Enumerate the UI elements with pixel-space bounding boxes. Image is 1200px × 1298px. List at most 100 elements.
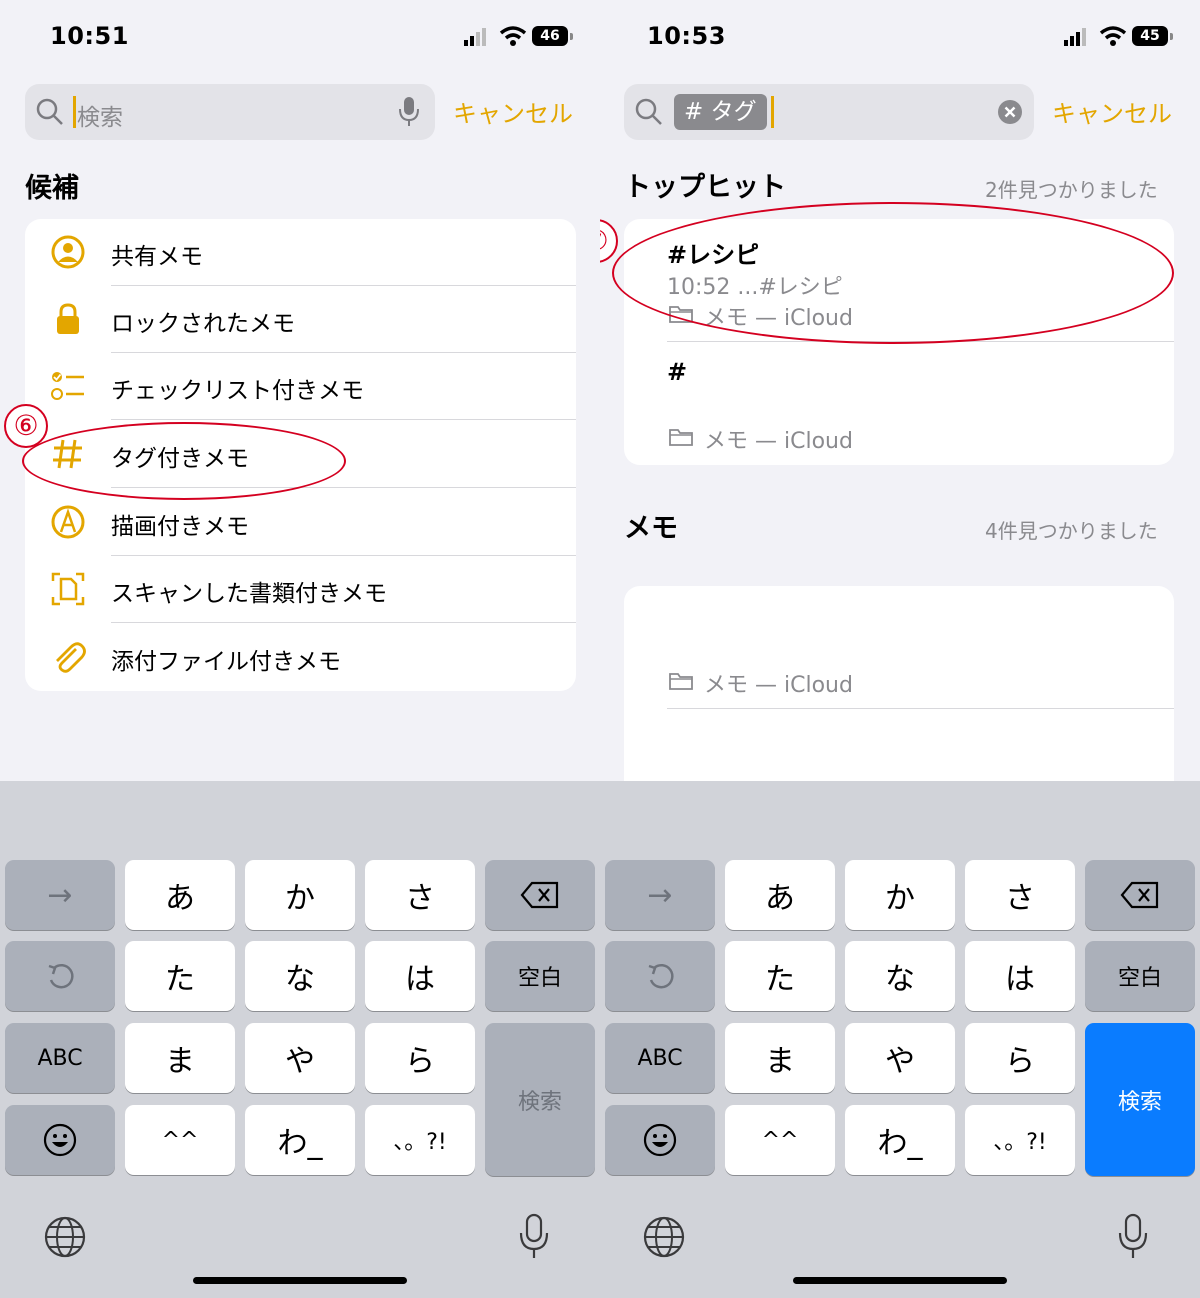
suggestion-label: 描画付きメモ: [111, 514, 249, 540]
cellular-signal-icon: [1064, 28, 1086, 46]
key-space[interactable]: 空白: [485, 941, 595, 1011]
suggestion-label: スキャンした書類付きメモ: [111, 581, 387, 607]
suggestion-drawing[interactable]: 描画付きメモ: [25, 489, 576, 556]
suggestion-label: ロックされたメモ: [111, 311, 295, 337]
globe-icon[interactable]: [43, 1215, 87, 1259]
globe-icon[interactable]: [642, 1215, 686, 1259]
key-punctuation[interactable]: 、。?!: [365, 1105, 475, 1175]
key-ka[interactable]: か: [245, 860, 355, 930]
note-folder: メモ — iCloud: [704, 673, 853, 698]
key-abc[interactable]: ABC: [605, 1023, 715, 1093]
wifi-icon: [1099, 26, 1127, 46]
markup-pen-icon: [51, 505, 85, 539]
keyboard: → あ か さ た な は 空白 ABC ま や ら 検索 ^^ わ_ 、。?!: [0, 781, 600, 1298]
key-punctuation[interactable]: 、。?!: [965, 1105, 1075, 1175]
dictation-microphone-icon[interactable]: [1116, 1213, 1150, 1261]
key-kaomoji[interactable]: ^^: [125, 1105, 235, 1175]
key-undo[interactable]: [5, 941, 115, 1011]
key-wa[interactable]: わ_: [245, 1105, 355, 1175]
suggestion-scanned[interactable]: スキャンした書類付きメモ: [25, 556, 576, 623]
delete-icon: [520, 881, 559, 909]
key-ra[interactable]: ら: [965, 1023, 1075, 1093]
key-sa[interactable]: さ: [965, 860, 1075, 930]
text-cursor: [771, 96, 774, 128]
emoji-icon: [643, 1123, 677, 1157]
row-separator: [111, 622, 576, 623]
key-na[interactable]: な: [245, 941, 355, 1011]
key-ra[interactable]: ら: [365, 1023, 475, 1093]
search-tag-token[interactable]: # タグ: [674, 94, 767, 130]
suggestion-shared[interactable]: 共有メモ: [25, 219, 576, 286]
left-screen: 10:51 46 検索 キャンセル 候補 共有メモ ロックされたメモ チェックリ…: [0, 0, 600, 1298]
key-ya[interactable]: や: [845, 1023, 955, 1093]
key-ka[interactable]: か: [845, 860, 955, 930]
cellular-signal-icon: [464, 28, 486, 46]
key-a[interactable]: あ: [725, 860, 835, 930]
right-screen: 10:53 45 # タグ キャンセル トップヒット 2件見つかりました #レシ…: [600, 0, 1200, 1298]
search-placeholder: 検索: [77, 105, 123, 131]
notes-count: 4件見つかりました: [985, 519, 1158, 543]
microphone-icon[interactable]: [397, 95, 421, 129]
clear-icon[interactable]: [997, 99, 1023, 125]
search-field[interactable]: # タグ: [624, 84, 1034, 140]
checklist-icon: [51, 372, 84, 400]
cancel-button[interactable]: キャンセル: [453, 94, 573, 129]
key-ma[interactable]: ま: [725, 1023, 835, 1093]
annotation-ellipse: [612, 202, 1174, 344]
keyboard: → あ か さ た な は 空白 ABC ま や ら 検索 ^^ わ_ 、。?!: [600, 781, 1200, 1298]
suggestion-label: 共有メモ: [111, 244, 203, 270]
key-wa[interactable]: わ_: [845, 1105, 955, 1175]
suggestion-checklist[interactable]: チェックリスト付きメモ: [25, 353, 576, 420]
key-ya[interactable]: や: [245, 1023, 355, 1093]
shared-person-icon: [51, 235, 85, 269]
suggestion-locked[interactable]: ロックされたメモ: [25, 286, 576, 353]
top-hit-note[interactable]: # メモ — iCloud: [624, 342, 1174, 465]
key-arrow[interactable]: →: [605, 860, 715, 930]
status-time: 10:53: [647, 22, 726, 50]
key-ma[interactable]: ま: [125, 1023, 235, 1093]
notes-heading: メモ: [624, 513, 678, 544]
key-ta[interactable]: た: [125, 941, 235, 1011]
key-delete[interactable]: [1085, 860, 1195, 930]
note-title: #: [667, 358, 688, 386]
lock-icon: [57, 303, 79, 334]
home-indicator: [793, 1277, 1007, 1284]
home-indicator: [193, 1277, 407, 1284]
key-ta[interactable]: た: [725, 941, 835, 1011]
battery-level: 46: [532, 26, 568, 46]
key-na[interactable]: な: [845, 941, 955, 1011]
status-icons: 46: [462, 24, 582, 52]
key-space[interactable]: 空白: [1085, 941, 1195, 1011]
delete-icon: [1120, 881, 1159, 909]
key-emoji[interactable]: [605, 1105, 715, 1175]
undo-icon: [48, 963, 74, 989]
status-icons: 45: [1062, 24, 1182, 52]
key-undo[interactable]: [605, 941, 715, 1011]
search-icon: [36, 98, 63, 125]
key-kaomoji[interactable]: ^^: [725, 1105, 835, 1175]
key-ha[interactable]: は: [365, 941, 475, 1011]
search-icon: [635, 98, 662, 125]
key-search[interactable]: 検索: [485, 1023, 595, 1176]
text-cursor: [73, 96, 76, 128]
key-sa[interactable]: さ: [365, 860, 475, 930]
cancel-button[interactable]: キャンセル: [1052, 94, 1172, 129]
dictation-microphone-icon[interactable]: [517, 1213, 551, 1261]
note-row[interactable]: メモ — iCloud: [624, 586, 1174, 709]
key-abc[interactable]: ABC: [5, 1023, 115, 1093]
annotation-number: ⑥: [4, 404, 48, 448]
emoji-icon: [43, 1123, 77, 1157]
note-folder: メモ — iCloud: [704, 429, 853, 454]
key-a[interactable]: あ: [125, 860, 235, 930]
key-arrow[interactable]: →: [5, 860, 115, 930]
top-hits-count: 2件見つかりました: [985, 178, 1158, 202]
search-field[interactable]: 検索: [25, 84, 435, 140]
suggestion-attachments[interactable]: 添付ファイル付きメモ: [25, 624, 576, 691]
key-ha[interactable]: は: [965, 941, 1075, 1011]
key-delete[interactable]: [485, 860, 595, 930]
key-emoji[interactable]: [5, 1105, 115, 1175]
scan-document-icon: [51, 572, 85, 606]
folder-icon: [669, 429, 693, 446]
key-search[interactable]: 検索: [1085, 1023, 1195, 1176]
annotation-number: ⑦: [600, 219, 618, 263]
